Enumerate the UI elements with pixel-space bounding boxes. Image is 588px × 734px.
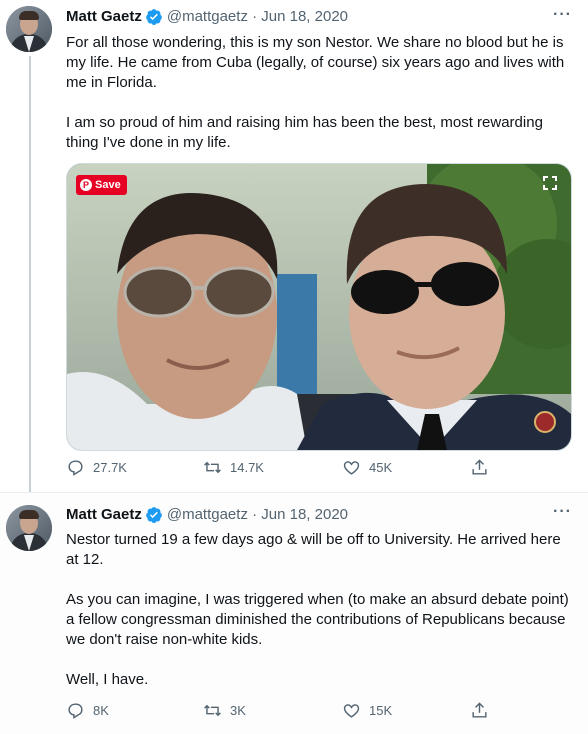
retweet-count: 14.7K — [230, 460, 264, 475]
more-options-icon[interactable]: ··· — [553, 6, 572, 24]
like-button[interactable]: 15K — [342, 701, 392, 720]
author-name[interactable]: Matt Gaetz — [66, 7, 142, 27]
share-button[interactable] — [470, 701, 489, 720]
like-count: 45K — [369, 460, 393, 475]
like-icon — [343, 461, 360, 475]
retweet-button[interactable]: 14.7K — [203, 458, 264, 477]
tweet-text: For all those wondering, this is my son … — [66, 33, 574, 153]
tweet-header: Matt Gaetz @mattgaetz · Jun 18, 2020 — [66, 7, 348, 27]
like-icon — [343, 704, 360, 718]
tweet-1[interactable]: Matt Gaetz @mattgaetz · Jun 18, 2020 ···… — [0, 0, 588, 493]
reply-button[interactable]: 8K — [66, 701, 109, 720]
share-button[interactable] — [470, 458, 489, 477]
tweet-2[interactable]: Matt Gaetz @mattgaetz · Jun 18, 2020 ···… — [0, 492, 588, 734]
share-icon — [472, 702, 487, 718]
tweet-text: Nestor turned 19 a few days ago & will b… — [66, 530, 574, 690]
tweet-paragraph: I am so proud of him and raising him has… — [66, 114, 543, 151]
more-options-icon[interactable]: ··· — [553, 503, 572, 521]
reply-count: 27.7K — [93, 460, 127, 475]
retweet-icon — [204, 461, 221, 474]
tweet-header: Matt Gaetz @mattgaetz · Jun 18, 2020 — [66, 505, 348, 525]
tweet-paragraph: For all those wondering, this is my son … — [66, 34, 565, 91]
expand-icon[interactable] — [543, 176, 557, 190]
handle-date[interactable]: @mattgaetz · Jun 18, 2020 — [167, 505, 348, 525]
reply-icon — [68, 460, 83, 476]
tweet-paragraph: As you can imagine, I was triggered when… — [66, 591, 569, 648]
verified-icon — [145, 507, 162, 523]
retweet-icon — [204, 704, 221, 717]
photo-image — [67, 164, 571, 450]
thread-line — [29, 56, 31, 493]
tweet-paragraph: Nestor turned 19 a few days ago & will b… — [66, 531, 561, 568]
author-name[interactable]: Matt Gaetz — [66, 505, 142, 525]
reply-button[interactable]: 27.7K — [66, 458, 127, 477]
retweet-count: 3K — [230, 703, 246, 718]
handle-date[interactable]: @mattgaetz · Jun 18, 2020 — [167, 7, 348, 27]
save-label: Save — [95, 179, 121, 191]
verified-icon — [145, 9, 162, 25]
like-button[interactable]: 45K — [342, 458, 392, 477]
reply-count: 8K — [93, 703, 109, 718]
retweet-button[interactable]: 3K — [203, 701, 246, 720]
pinterest-save-button[interactable]: P Save — [76, 175, 127, 195]
tweet-paragraph: Well, I have. — [66, 671, 149, 688]
avatar[interactable] — [6, 6, 52, 52]
tweet-photo[interactable]: P Save — [66, 163, 572, 451]
pinterest-icon: P — [80, 179, 92, 191]
reply-icon — [68, 703, 83, 719]
avatar[interactable] — [6, 505, 52, 551]
share-icon — [472, 459, 487, 475]
like-count: 15K — [369, 703, 393, 718]
